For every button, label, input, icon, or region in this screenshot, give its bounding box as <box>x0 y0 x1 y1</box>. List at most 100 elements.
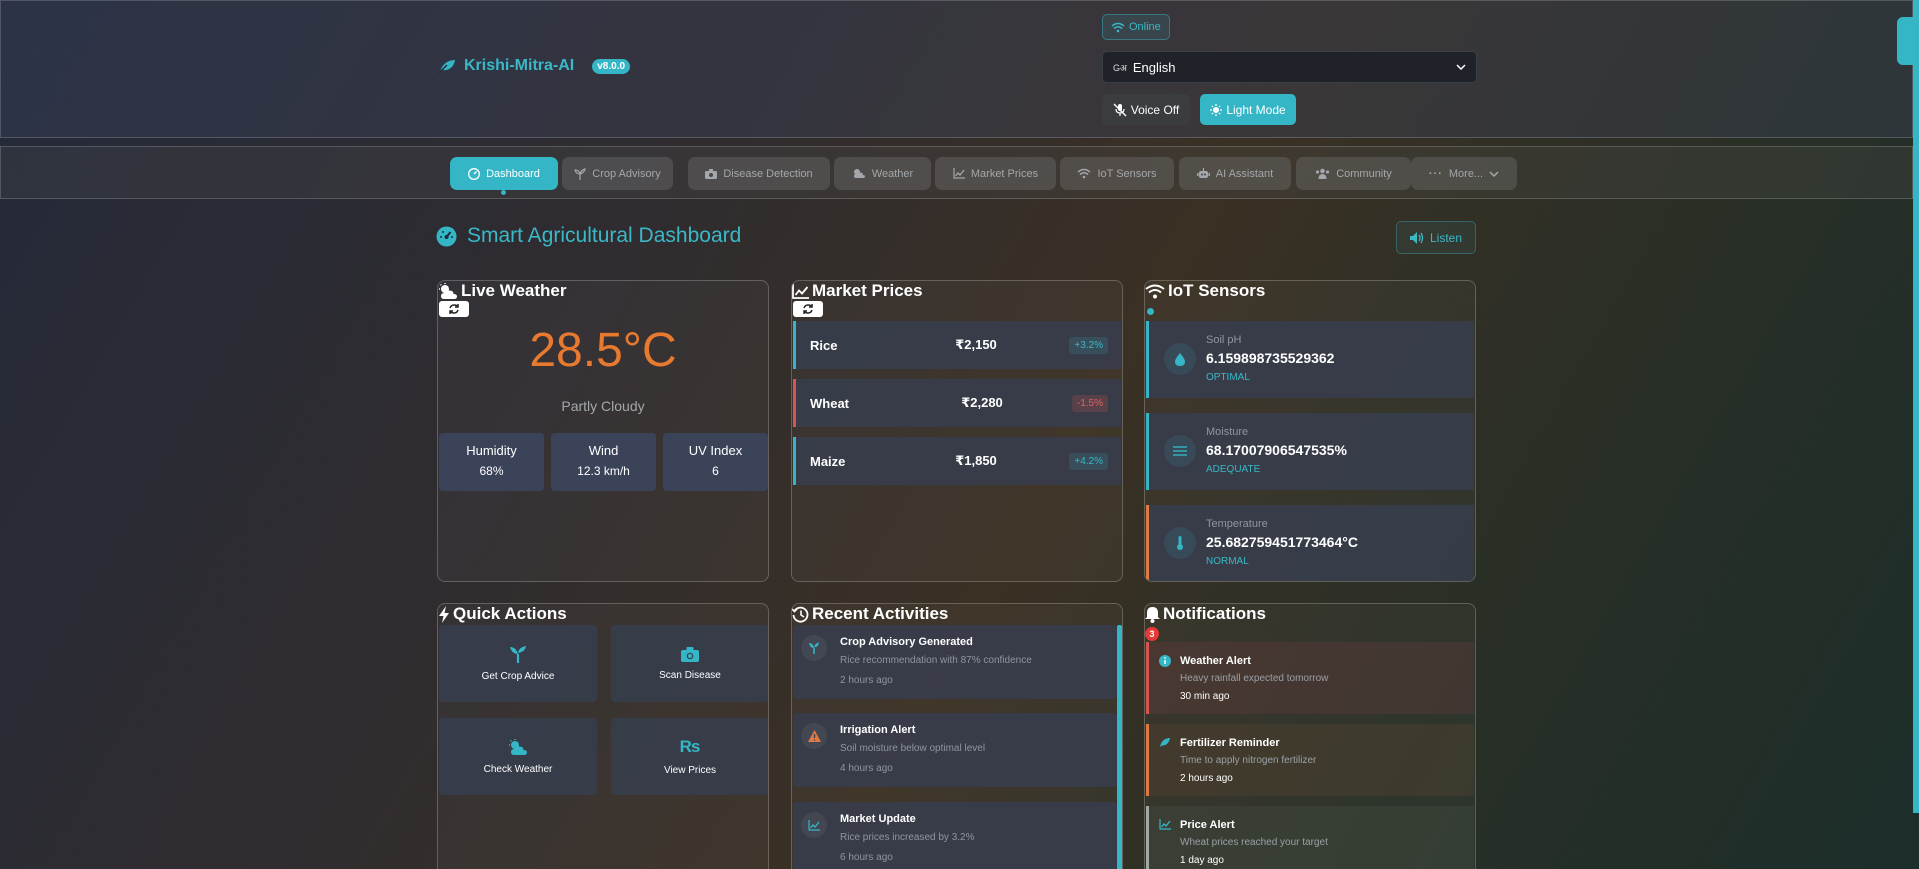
crop-name: Wheat <box>810 395 849 411</box>
nav-weather[interactable]: Weather <box>834 157 931 190</box>
view-prices-button[interactable]: ₨ View Prices <box>611 718 768 795</box>
listen-label: Listen <box>1429 230 1463 245</box>
sensor-value: 68.17007906547535% <box>1206 442 1347 458</box>
activity-description: Rice recommendation with 87% confidence <box>840 655 1032 666</box>
weather-card: Live Weather 28.5°C Partly Cloudy Humidi… <box>437 280 769 582</box>
translate-icon: Gअ <box>1113 62 1127 73</box>
nav-disease-detection[interactable]: Disease Detection <box>688 157 830 190</box>
nav-market-prices[interactable]: Market Prices <box>935 157 1056 190</box>
scrollbar[interactable] <box>1913 0 1919 813</box>
get-crop-advice-label: Get Crop Advice <box>481 671 555 682</box>
crop-price: ₹2,280 <box>961 395 1003 410</box>
nav-dashboard-label: Dashboard <box>486 167 540 180</box>
market-prices-card: Market Prices Rice ₹2,150 +3.2% Wheat ₹2… <box>791 280 1123 582</box>
sensor-status: OPTIMAL <box>1206 372 1250 383</box>
page-title: Smart Agricultural Dashboard <box>436 224 741 248</box>
nav-disease-detection-label: Disease Detection <box>723 167 813 180</box>
nav-community[interactable]: Community <box>1296 157 1411 190</box>
activity-item[interactable]: Market Update Rice prices increased by 3… <box>793 802 1117 869</box>
humidity-value: 68% <box>479 464 504 478</box>
wind-value: 12.3 km/h <box>577 464 630 478</box>
uv-index-value: 6 <box>712 464 719 478</box>
activity-item[interactable]: Irrigation Alert Soil moisture below opt… <box>793 713 1117 787</box>
notification-item[interactable]: Price Alert Wheat prices reached your ta… <box>1146 806 1474 869</box>
recent-activities-title-text: Recent Activities <box>812 604 949 623</box>
listen-button[interactable]: Listen <box>1396 221 1476 254</box>
leaf-icon <box>438 58 456 74</box>
humidity-label: Humidity <box>466 443 517 458</box>
get-crop-advice-button[interactable]: Get Crop Advice <box>439 625 597 702</box>
language-selected: English <box>1132 59 1176 75</box>
iot-sensors-card: IoT Sensors Soil pH 6.159898735529362 OP… <box>1144 280 1476 582</box>
quick-actions-card: Quick Actions Get Crop Advice Scan Disea… <box>437 603 769 869</box>
page-title-text: Smart Agricultural Dashboard <box>467 224 742 247</box>
price-change-badge: +3.2% <box>1069 336 1108 354</box>
chart-line-icon <box>792 283 809 299</box>
theme-toggle-label: Light Mode <box>1226 102 1286 117</box>
language-select[interactable]: Gअ English <box>1102 51 1477 83</box>
notification-time: 30 min ago <box>1180 691 1230 702</box>
online-status-label: Online <box>1129 21 1161 33</box>
activity-item[interactable]: Crop Advisory Generated Rice recommendat… <box>793 625 1117 699</box>
iot-card-title: IoT Sensors <box>1145 281 1265 301</box>
sensor-value: 6.159898735529362 <box>1206 350 1335 366</box>
voice-toggle-button[interactable]: Voice Off <box>1102 94 1190 125</box>
nav-dashboard[interactable]: Dashboard <box>450 157 558 190</box>
notifications-title: Notifications <box>1145 604 1266 624</box>
sensor-label: Soil pH <box>1206 334 1242 346</box>
sensor-moisture[interactable]: Moisture 68.17007906547535% ADEQUATE <box>1146 413 1474 490</box>
nav-community-label: Community <box>1336 167 1392 180</box>
nav-iot-sensors-label: IoT Sensors <box>1097 167 1157 180</box>
market-refresh-button[interactable] <box>793 301 823 317</box>
weather-condition: Partly Cloudy <box>561 398 645 414</box>
brand[interactable]: Krishi-Mitra-AI v8.0.0 <box>438 57 631 75</box>
iot-title-text: IoT Sensors <box>1168 281 1266 300</box>
version-badge: v8.0.0 <box>592 58 631 74</box>
activity-time: 2 hours ago <box>840 675 893 686</box>
sensor-label: Temperature <box>1206 518 1268 530</box>
nav-ai-assistant[interactable]: AI Assistant <box>1179 157 1291 190</box>
notification-item[interactable]: Fertilizer Reminder Time to apply nitrog… <box>1146 724 1474 796</box>
activity-time: 6 hours ago <box>840 852 893 863</box>
wind-stat: Wind 12.3 km/h <box>551 433 656 491</box>
market-card-title: Market Prices <box>792 281 923 301</box>
notification-item[interactable]: Weather Alert Heavy rainfall expected to… <box>1146 642 1474 714</box>
market-row-wheat[interactable]: Wheat ₹2,280 -1.5% <box>793 379 1121 427</box>
bell-icon <box>1145 606 1160 623</box>
recent-activities-card: Recent Activities Crop Advisory Generate… <box>791 603 1123 869</box>
market-row-maize[interactable]: Maize ₹1,850 +4.2% <box>793 437 1121 485</box>
nav-ai-assistant-label: AI Assistant <box>1215 167 1274 180</box>
sun-icon <box>1210 103 1223 116</box>
uv-index-label: UV Index <box>688 443 743 458</box>
nav-crop-advisory[interactable]: Crop Advisory <box>562 157 673 190</box>
check-weather-button[interactable]: Check Weather <box>439 718 597 795</box>
scan-disease-label: Scan Disease <box>659 669 721 681</box>
camera-icon <box>681 646 699 662</box>
camera-icon <box>705 168 718 179</box>
notification-description: Wheat prices reached your target <box>1180 837 1328 848</box>
droplet-icon <box>1164 343 1196 375</box>
notification-title: Fertilizer Reminder <box>1180 737 1280 749</box>
sensor-temperature[interactable]: Temperature 25.682759451773464°C NORMAL <box>1146 505 1474 581</box>
microphone-slash-icon <box>1113 103 1127 117</box>
crop-name: Rice <box>810 337 838 353</box>
seedling-icon <box>574 167 587 180</box>
notification-title: Weather Alert <box>1180 655 1251 667</box>
chevron-down-icon <box>1456 64 1466 70</box>
activities-scrollbar[interactable] <box>1117 625 1122 869</box>
online-status-badge: Online <box>1102 14 1170 40</box>
weather-refresh-button[interactable] <box>439 301 469 317</box>
sensor-soil-ph[interactable]: Soil pH 6.159898735529362 OPTIMAL <box>1146 321 1474 398</box>
theme-toggle-button[interactable]: Light Mode <box>1200 94 1296 125</box>
info-circle-icon <box>1159 655 1171 667</box>
nav-weather-label: Weather <box>871 167 914 180</box>
nav-iot-sensors[interactable]: IoT Sensors <box>1060 157 1174 190</box>
market-row-rice[interactable]: Rice ₹2,150 +3.2% <box>793 321 1121 369</box>
notification-description: Heavy rainfall expected tomorrow <box>1180 673 1329 684</box>
cloud-sun-icon <box>852 168 866 179</box>
nav-more-dropdown[interactable]: ··· More... <box>1411 157 1517 190</box>
scan-disease-button[interactable]: Scan Disease <box>611 625 768 702</box>
nav-more-label: More... <box>1448 167 1484 180</box>
active-tab-indicator <box>501 190 506 195</box>
gauge-icon <box>468 167 481 180</box>
